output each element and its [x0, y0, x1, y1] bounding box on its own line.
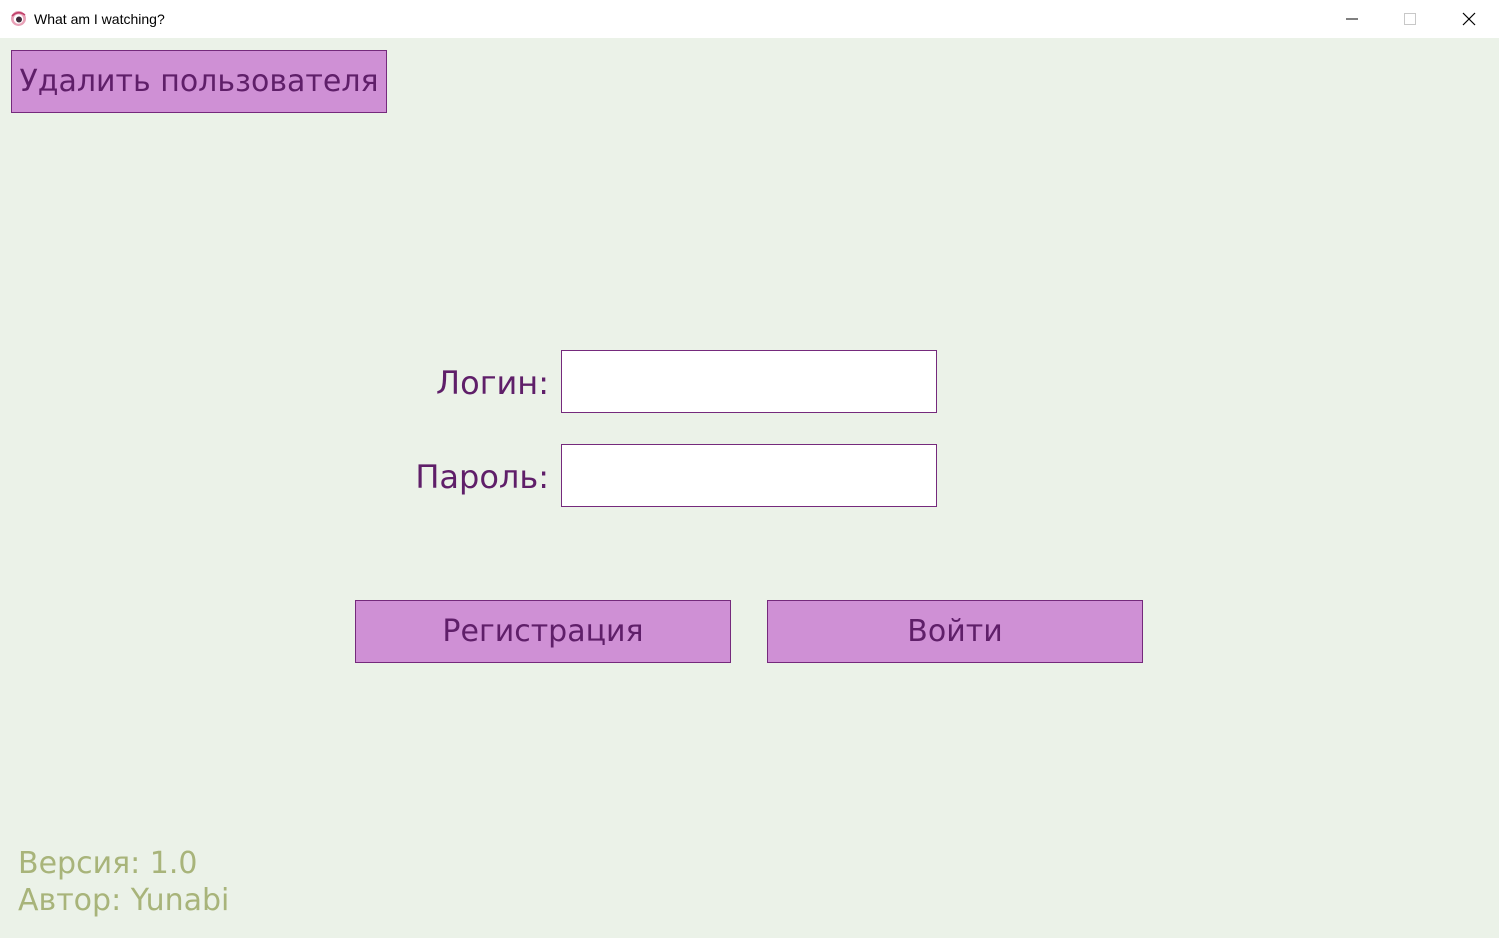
- login-input[interactable]: [561, 350, 937, 413]
- app-logo-icon: [10, 10, 27, 27]
- title-bar: What am I watching?: [0, 0, 1499, 38]
- password-label: Пароль:: [415, 458, 549, 496]
- login-button[interactable]: Войти: [767, 600, 1143, 663]
- maximize-button[interactable]: [1381, 0, 1439, 38]
- register-button[interactable]: Регистрация: [355, 600, 731, 663]
- main-window: Удалить пользователя Логин: Пароль: Реги…: [0, 38, 1499, 938]
- close-icon: [1462, 12, 1476, 26]
- password-input[interactable]: [561, 444, 937, 507]
- login-label: Логин:: [436, 364, 549, 402]
- maximize-icon: [1404, 13, 1416, 25]
- author-text: Автор: Yunabi: [18, 883, 230, 918]
- minimize-button[interactable]: [1323, 0, 1381, 38]
- version-text: Версия: 1.0: [18, 846, 198, 881]
- window-title: What am I watching?: [34, 11, 165, 27]
- close-button[interactable]: [1440, 0, 1498, 38]
- minimize-icon: [1346, 18, 1358, 20]
- delete-user-button[interactable]: Удалить пользователя: [11, 50, 387, 113]
